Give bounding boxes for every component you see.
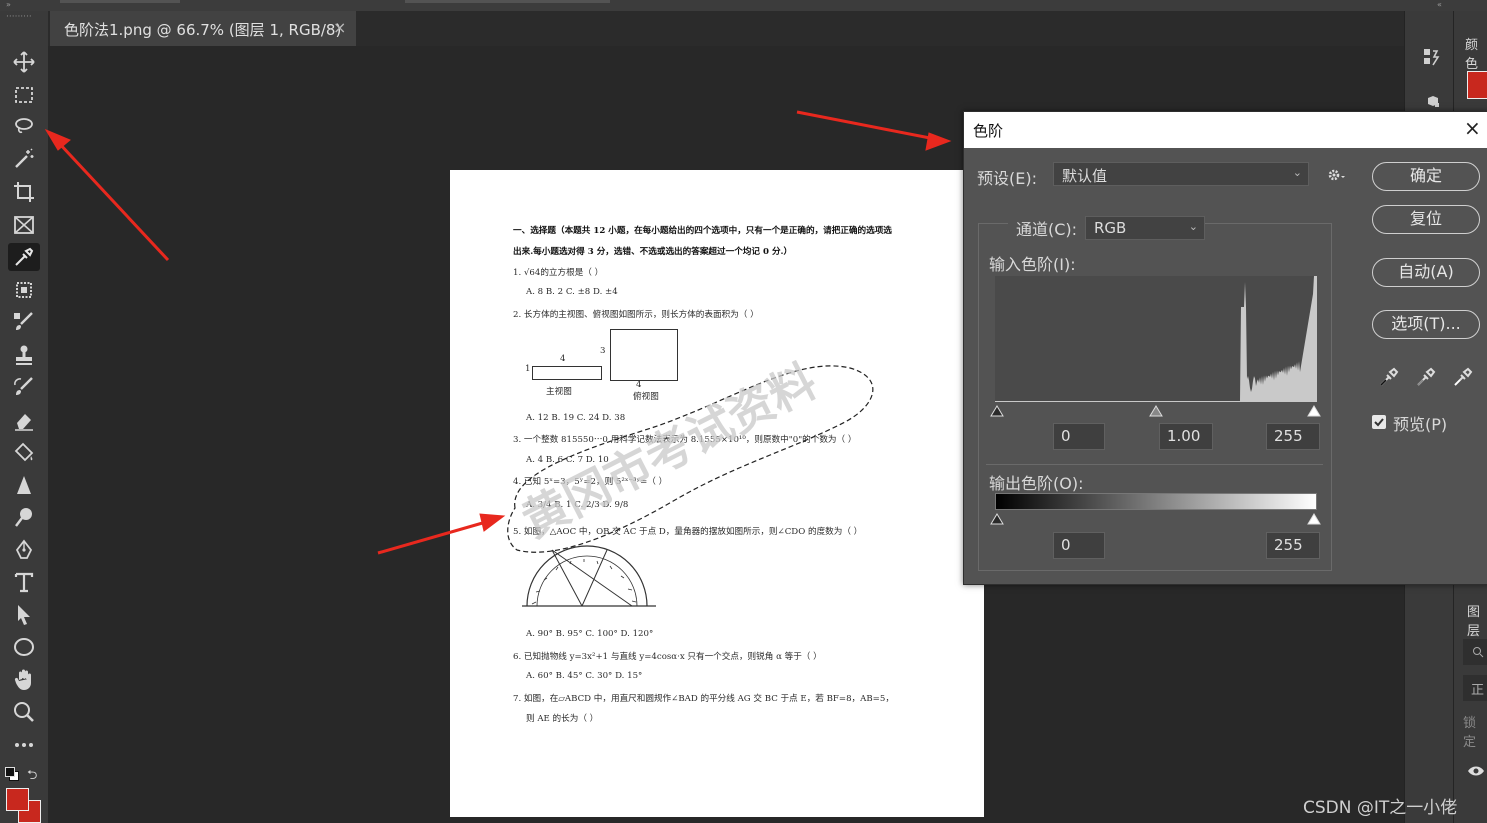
input-gamma-field[interactable]: 1.00	[1159, 423, 1213, 450]
q6-options: A. 60° B. 45° C. 30° D. 15°	[526, 671, 643, 681]
output-slider-track	[990, 513, 1321, 525]
magic-wand-tool-icon[interactable]	[8, 145, 40, 173]
input-slider-track	[990, 405, 1321, 417]
lock-label: 锁定	[1463, 716, 1477, 750]
output-black-field[interactable]: 0	[1053, 532, 1105, 559]
document-tab[interactable]: 色阶法1.png @ 66.7% (图层 1, RGB/8) ×	[50, 11, 356, 46]
foreground-color-swatch[interactable]	[6, 788, 29, 811]
output-gradient	[995, 493, 1317, 510]
tools-panel: ········· ⮌	[0, 11, 49, 823]
preset-select[interactable]: 默认值 ⌄	[1053, 162, 1309, 186]
layer-search-box[interactable]	[1463, 639, 1487, 665]
ellipse-tool-icon[interactable]	[8, 633, 40, 661]
frame-tool-icon[interactable]	[8, 211, 40, 239]
history-panel-icon[interactable]	[1423, 47, 1440, 69]
question-6: 6. 已知抛物线 y=3x²+1 与直线 y=4cosα·x 只有一个交点，则锐…	[513, 652, 822, 662]
question-2: 2. 长方体的主视图、俯视图如图所示，则长方体的表面积为（ ）	[513, 310, 759, 320]
eyedropper-tool-icon[interactable]	[8, 243, 40, 271]
expand-toolbar-icon[interactable]: »	[6, 0, 11, 9]
preset-label: 预设(E):	[977, 169, 1037, 188]
input-white-field[interactable]: 255	[1266, 423, 1320, 450]
ok-button[interactable]: 确定	[1372, 162, 1480, 191]
preview-checkbox[interactable]	[1372, 415, 1386, 429]
default-colors-icon[interactable]	[5, 767, 19, 781]
channel-select[interactable]: RGB ⌄	[1085, 216, 1205, 240]
zoom-tool-icon[interactable]	[8, 698, 40, 726]
marquee-tool-icon[interactable]	[8, 81, 40, 109]
swap-colors-icon[interactable]: ⮌	[27, 766, 37, 788]
dodge-tool-icon[interactable]	[8, 503, 40, 531]
healing-brush-tool-icon[interactable]	[8, 276, 40, 304]
layers-panel-tab[interactable]: 图层	[1467, 601, 1487, 639]
watermark-text: 黄冈市考试资料	[513, 360, 824, 548]
move-tool-icon[interactable]	[8, 48, 40, 76]
input-white-slider[interactable]	[1307, 405, 1321, 417]
clone-stamp-tool-icon[interactable]	[8, 341, 40, 369]
pen-tool-icon[interactable]	[8, 536, 40, 564]
output-white-field[interactable]: 255	[1266, 532, 1320, 559]
color-panel-tab[interactable]: 颜色	[1465, 34, 1487, 72]
white-point-eyedropper-icon[interactable]	[1452, 366, 1474, 388]
dialog-title: 色阶	[973, 122, 1004, 140]
reset-button[interactable]: 复位	[1372, 205, 1480, 234]
auto-button[interactable]: 自动(A)	[1372, 258, 1480, 287]
preset-options-gear-icon[interactable]	[1326, 166, 1348, 184]
paint-bucket-tool-icon[interactable]	[8, 439, 40, 467]
histogram	[995, 276, 1317, 402]
question-1: 1. √64的立方根是（ ）	[513, 268, 604, 278]
document-tab-title: 色阶法1.png @ 66.7% (图层 1, RGB/8)	[64, 21, 342, 39]
preview-label: 预览(P)	[1393, 415, 1448, 434]
type-tool-icon[interactable]	[8, 568, 40, 596]
q1-options: A. 8 B. 2 C. ±8 D. ±4	[526, 287, 618, 297]
output-levels-label: 输出色阶(O):	[989, 474, 1084, 493]
brush-tool-icon[interactable]	[8, 308, 40, 336]
dialog-titlebar[interactable]: 色阶 ×	[964, 112, 1487, 148]
gray-point-eyedropper-icon[interactable]	[1415, 366, 1437, 388]
output-white-slider[interactable]	[1307, 513, 1321, 525]
question-7-cont: 则 AE 的长为（ ）	[526, 714, 599, 724]
fig-dim-3: 3	[600, 346, 606, 356]
path-selection-tool-icon[interactable]	[8, 601, 40, 629]
output-black-slider[interactable]	[990, 513, 1004, 525]
section-heading-line2: 出来.每小题选对得 3 分，选错、不选或选出的答案超过一个均记 0 分.）	[513, 247, 793, 257]
layer-visibility-eye-icon[interactable]	[1467, 763, 1485, 777]
input-black-slider[interactable]	[990, 405, 1004, 417]
credit-watermark: CSDN @IT之一小佬	[1303, 798, 1458, 818]
levels-dialog: 色阶 × 预设(E): 默认值 ⌄ 通道(C): RGB ⌄ 输入色阶(I): …	[963, 111, 1487, 585]
more-tools-icon[interactable]	[8, 731, 40, 759]
lasso-tool-icon[interactable]	[8, 113, 40, 141]
question-7: 7. 如图，在▱ABCD 中，用直尺和圆规作∠BAD 的平分线 AG 交 BC …	[513, 694, 894, 704]
collapse-panels-icon[interactable]: «	[1437, 0, 1442, 9]
preset-value: 默认值	[1062, 167, 1108, 185]
top-strip: » «	[0, 0, 1487, 11]
crop-tool-icon[interactable]	[8, 178, 40, 206]
watermark-selection: 黄冈市考试资料	[507, 360, 874, 553]
toolbar-grip[interactable]: ·········	[6, 13, 40, 22]
3d-panel-icon[interactable]	[1423, 95, 1439, 111]
eraser-tool-icon[interactable]	[8, 406, 40, 434]
chevron-down-icon: ⌄	[1292, 166, 1302, 179]
black-point-eyedropper-icon[interactable]	[1378, 366, 1400, 388]
blend-mode-select[interactable]: 正	[1463, 675, 1487, 701]
dialog-close-icon[interactable]: ×	[1464, 116, 1481, 140]
input-gamma-slider[interactable]	[1149, 405, 1163, 417]
q5-options: A. 90° B. 95° C. 100° D. 120°	[526, 629, 654, 639]
panel-foreground-swatch[interactable]	[1467, 71, 1487, 99]
channel-value: RGB	[1094, 219, 1127, 237]
input-levels-label: 输入色阶(I):	[989, 255, 1076, 274]
hand-tool-icon[interactable]	[8, 666, 40, 694]
blur-tool-icon[interactable]	[8, 471, 40, 499]
history-brush-tool-icon[interactable]	[8, 373, 40, 401]
channel-label: 通道(C):	[1016, 220, 1078, 239]
chevron-down-icon: ⌄	[1188, 220, 1198, 233]
options-button[interactable]: 选项(T)...	[1372, 310, 1480, 339]
close-tab-icon[interactable]: ×	[333, 18, 346, 37]
section-heading-line1: 一、选择题（本题共 12 小题，在每小题给出的四个选项中，只有一个是正确的，请把…	[513, 226, 892, 236]
input-black-field[interactable]: 0	[1053, 423, 1105, 450]
histogram-bars	[995, 276, 1317, 402]
